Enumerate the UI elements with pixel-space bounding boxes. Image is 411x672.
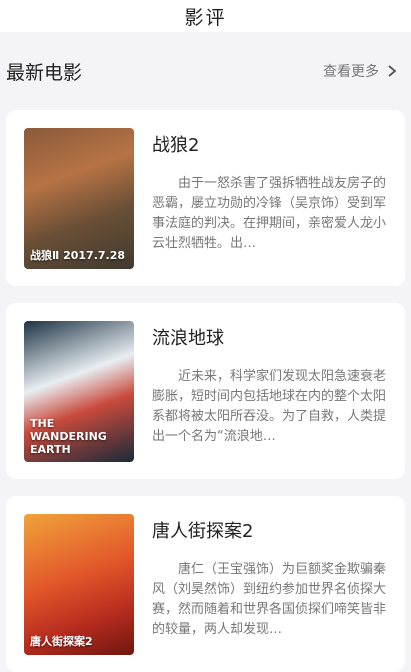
movie-info: 战狼2 由于一怒杀害了强拆牺牲战友房子的恶霸，屡立功勋的冷锋（吴京饰）受到军事法… (152, 128, 389, 254)
movie-title[interactable]: 唐人街探案2 (152, 517, 389, 543)
poster-label: 战狼Ⅱ 2017.7.28 (30, 249, 126, 262)
section-header: 最新电影 查看更多 (0, 32, 411, 110)
movie-poster[interactable]: THE WANDERING EARTH (24, 321, 134, 462)
movie-description: 近未来，科学家们发现太阳急速衰老膨胀，短时间内包括地球在内的整个太阳系都将被太阳… (152, 369, 387, 444)
movie-title[interactable]: 战狼2 (152, 131, 389, 157)
movie-title[interactable]: 流浪地球 (152, 324, 389, 350)
see-more-link[interactable]: 查看更多 (323, 61, 399, 81)
see-more-label: 查看更多 (323, 64, 379, 80)
movie-poster[interactable]: 战狼Ⅱ 2017.7.28 (24, 128, 134, 269)
movie-card[interactable]: 战狼Ⅱ 2017.7.28 战狼2 由于一怒杀害了强拆牺牲战友房子的恶霸，屡立功… (6, 110, 405, 286)
movie-info: 流浪地球 近未来，科学家们发现太阳急速衰老膨胀，短时间内包括地球在内的整个太阳系… (152, 321, 389, 447)
movie-info: 唐人街探案2 唐仁（王宝强饰）为巨额奖金欺骗秦风（刘昊然饰）到纽约参加世界名侦探… (152, 514, 389, 640)
movie-card[interactable]: THE WANDERING EARTH 流浪地球 近未来，科学家们发现太阳急速衰… (6, 303, 405, 479)
section-title: 最新电影 (6, 61, 83, 84)
movie-poster[interactable]: 唐人街探案2 (24, 514, 134, 655)
page-title: 影评 (184, 6, 227, 29)
movie-list: 战狼Ⅱ 2017.7.28 战狼2 由于一怒杀害了强拆牺牲战友房子的恶霸，屡立功… (0, 110, 411, 672)
movie-card[interactable]: 唐人街探案2 唐人街探案2 唐仁（王宝强饰）为巨额奖金欺骗秦风（刘昊然饰）到纽约… (6, 496, 405, 672)
poster-label: THE WANDERING EARTH (30, 417, 107, 456)
chevron-right-icon (388, 65, 397, 77)
movie-description: 由于一怒杀害了强拆牺牲战友房子的恶霸，屡立功勋的冷锋（吴京饰）受到军事法庭的判决… (152, 176, 387, 251)
movie-description: 唐仁（王宝强饰）为巨额奖金欺骗秦风（刘昊然饰）到纽约参加世界名侦探大赛，然而随着… (152, 562, 387, 637)
nav-bar: 影评 (0, 0, 411, 32)
poster-label: 唐人街探案2 (30, 635, 93, 648)
